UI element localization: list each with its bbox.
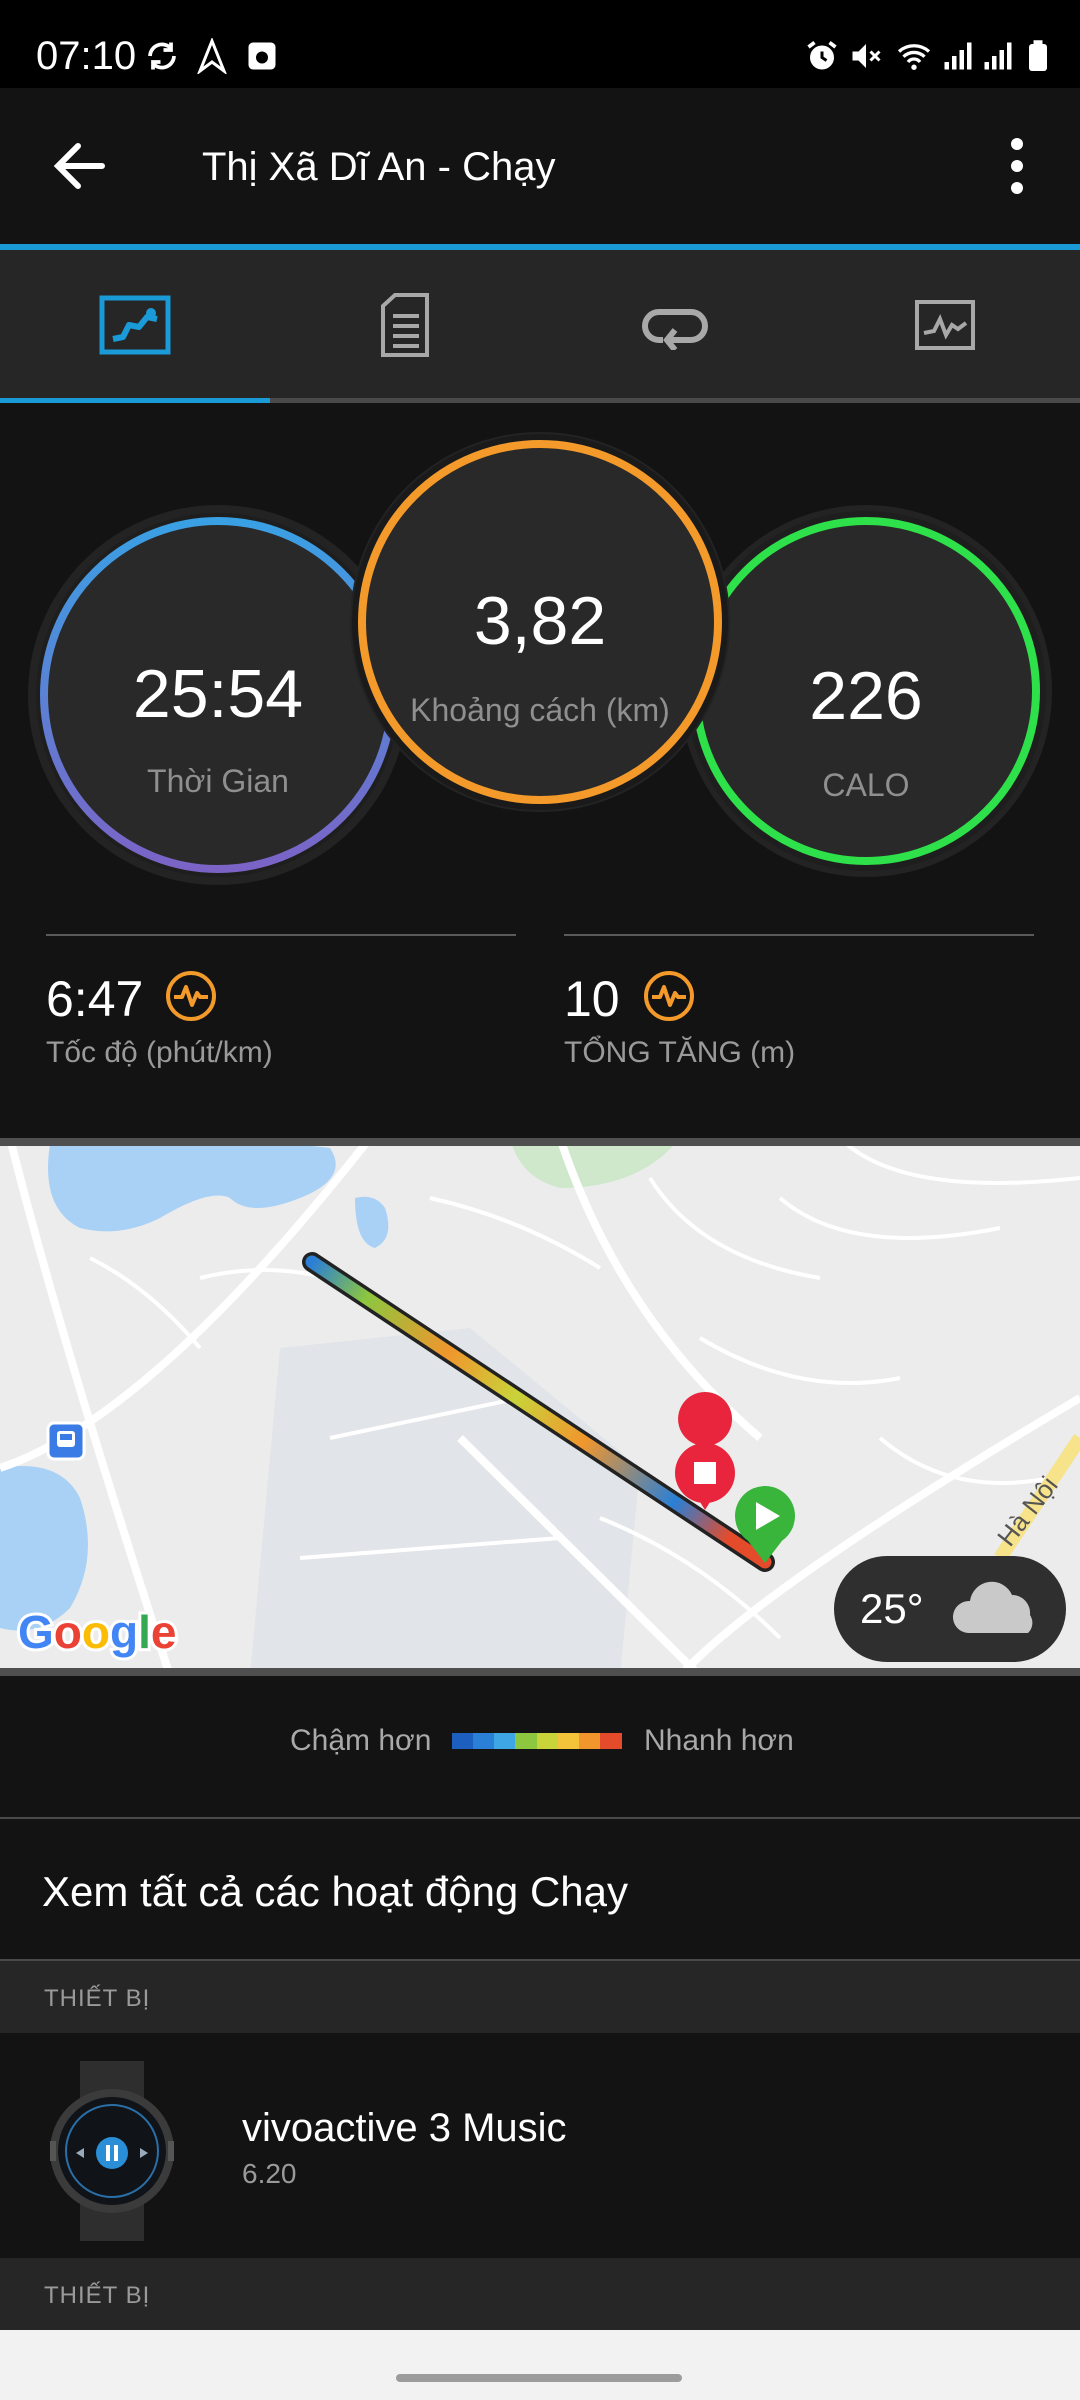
section-header-device-2: THIẾT BỊ xyxy=(0,2258,1080,2330)
signal-icon xyxy=(984,42,1012,70)
pace-value: 6:47 xyxy=(46,971,144,1027)
legend-slow-label: Chậm hơn xyxy=(290,1724,432,1757)
device-version: 6.20 xyxy=(242,2158,297,2189)
distance-ring: 3,82 Khoảng cách (km) xyxy=(350,432,730,812)
tab-overview[interactable] xyxy=(0,250,270,400)
activity-pulse-icon[interactable] xyxy=(642,969,696,1023)
alarm-icon xyxy=(807,41,837,70)
legend-fast-label: Nhanh hơn xyxy=(644,1724,794,1757)
pace-label: Tốc độ (phút/km) xyxy=(46,1036,273,1069)
stat-divider xyxy=(564,934,1034,936)
watch-image xyxy=(50,2061,174,2241)
device-name: vivoactive 3 Music xyxy=(242,2106,567,2150)
map-border xyxy=(0,1668,1080,1676)
laps-icon xyxy=(642,309,708,350)
elevation-value: 10 xyxy=(564,971,620,1027)
map-border xyxy=(0,1138,1080,1146)
section-header-label: THIẾT BỊ xyxy=(44,1985,151,2012)
tab-details[interactable] xyxy=(270,250,540,400)
weather-chip[interactable]: 25° xyxy=(834,1556,1066,1662)
bus-stop-icon[interactable] xyxy=(46,1421,86,1461)
speed-legend-bar xyxy=(452,1733,622,1749)
battery-icon xyxy=(1029,40,1047,71)
mute-icon xyxy=(852,44,881,68)
home-gesture-handle[interactable] xyxy=(396,2374,682,2382)
device-row[interactable]: vivoactive 3 Music 6.20 xyxy=(0,2033,1080,2258)
calorie-ring: 226 CALO xyxy=(680,505,1052,877)
tab-active-indicator xyxy=(0,398,270,403)
view-all-activities-label: Xem tất cả các hoạt động Chạy xyxy=(42,1868,629,1915)
system-nav-bar xyxy=(0,2330,1080,2400)
tab-laps[interactable] xyxy=(540,250,810,400)
section-header-label: THIẾT BỊ xyxy=(44,2282,151,2309)
distance-label: Khoảng cách (km) xyxy=(410,692,670,728)
more-options-button[interactable] xyxy=(990,126,1040,206)
cloud-icon xyxy=(952,1581,1032,1633)
distance-value: 3,82 xyxy=(473,583,607,659)
activity-pulse-icon[interactable] xyxy=(164,969,218,1023)
signal-icon xyxy=(944,42,972,70)
wifi-icon xyxy=(897,44,931,70)
chart-icon xyxy=(915,300,975,350)
page-title: Thị Xã Dĩ An - Chạy xyxy=(202,145,556,189)
weather-temperature: 25° xyxy=(860,1585,924,1632)
tab-charts[interactable] xyxy=(810,250,1080,400)
run-overview-icon xyxy=(99,295,171,355)
calorie-value: 226 xyxy=(809,658,923,734)
stat-divider xyxy=(46,934,516,936)
more-vert-icon xyxy=(1011,138,1023,194)
back-button[interactable] xyxy=(40,126,120,206)
document-icon xyxy=(381,293,429,357)
status-time: 07:10 xyxy=(36,34,137,78)
navigation-icon xyxy=(197,38,227,74)
calorie-label: CALO xyxy=(822,767,910,803)
google-logo: Google xyxy=(18,1606,176,1658)
back-arrow-icon xyxy=(53,143,105,189)
sync-icon xyxy=(148,42,176,70)
section-header-device: THIẾT BỊ xyxy=(0,1961,1080,2033)
elevation-label: TỔNG TĂNG (m) xyxy=(564,1036,796,1069)
screenshot-icon xyxy=(248,42,276,70)
